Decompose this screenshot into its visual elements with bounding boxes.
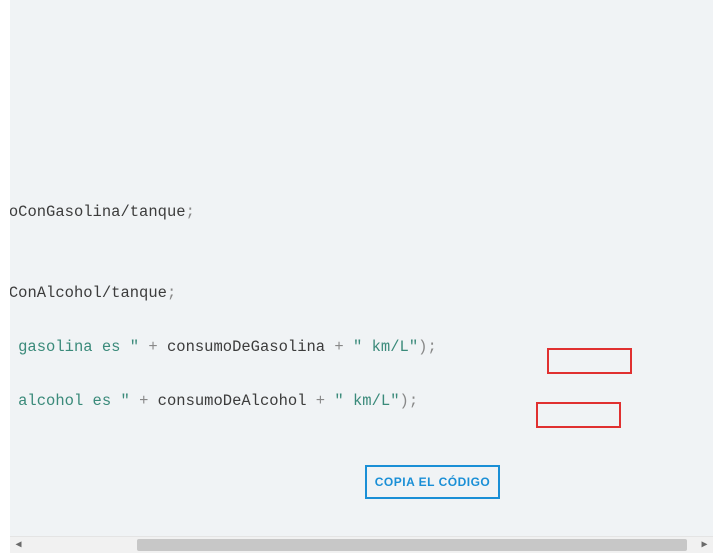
horizontal-scrollbar[interactable]: ◀ ▶ — [10, 536, 713, 553]
code-expr-alc: caminoConAlcohol/tanque — [10, 284, 167, 302]
scroll-left-arrow-icon[interactable]: ◀ — [10, 537, 27, 554]
code-consumo-alc: consumoDeAlcohol — [158, 392, 307, 410]
code-semi: ; — [167, 284, 176, 302]
code-content: ="UTF-8"> o Gasolina?</h3> 40; Gasolina … — [10, 10, 437, 415]
code-plus: + — [307, 392, 335, 410]
code-plus: + — [130, 392, 158, 410]
highlight-box-2 — [536, 402, 621, 428]
code-plus: + — [139, 338, 167, 356]
code-plus: + — [325, 338, 353, 356]
code-kml-2: " km/L" — [334, 392, 399, 410]
viewport: ="UTF-8"> o Gasolina?</h3> 40; Gasolina … — [0, 0, 727, 558]
copy-code-button-label: COPIA EL CÓDIGO — [375, 475, 491, 489]
code-rparen-semi: ); — [418, 338, 437, 356]
scroll-thumb[interactable] — [137, 539, 687, 551]
scroll-track[interactable] — [27, 537, 696, 554]
scroll-right-arrow-icon[interactable]: ▶ — [696, 537, 713, 554]
code-panel: ="UTF-8"> o Gasolina?</h3> 40; Gasolina … — [10, 0, 713, 536]
code-kml-1: " km/L" — [353, 338, 418, 356]
code-str-alc: "Él consumo de alcohol es " — [10, 392, 130, 410]
code-rparen-semi: ); — [400, 392, 419, 410]
code-str-gas: "El consumo de gasolina es " — [10, 338, 139, 356]
code-expr-gas: caminoConGasolina/tanque — [10, 203, 186, 221]
code-semi: ; — [186, 203, 195, 221]
code-consumo-gas: consumoDeGasolina — [167, 338, 325, 356]
copy-code-button[interactable]: COPIA EL CÓDIGO — [365, 465, 500, 499]
highlight-box-1 — [547, 348, 632, 374]
